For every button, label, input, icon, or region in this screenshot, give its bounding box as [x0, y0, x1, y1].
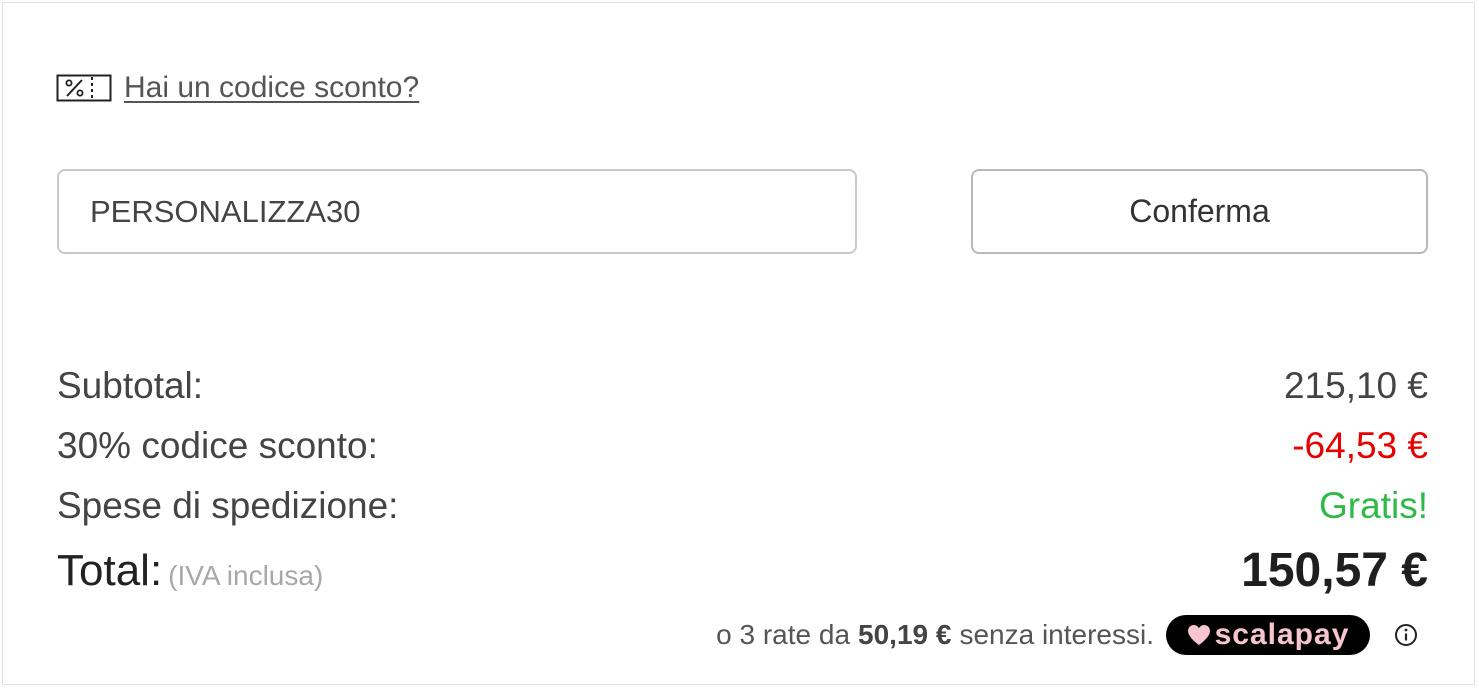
info-icon[interactable]	[1394, 623, 1418, 647]
total-label: Total:	[57, 546, 163, 595]
scalapay-logo[interactable]: scalapay	[1166, 615, 1370, 655]
shipping-value: Gratis!	[1319, 485, 1428, 526]
installments-suffix: senza interessi.	[959, 619, 1154, 650]
total-label-group: Total: (IVA inclusa)	[57, 541, 323, 606]
shipping-row: Spese di spedizione: Gratis!	[57, 480, 1428, 532]
percent-ticket-icon	[56, 74, 112, 102]
scalapay-brand-text: scalapay	[1214, 618, 1350, 651]
shipping-label: Spese di spedizione:	[57, 485, 399, 526]
cart-summary-card: Hai un codice sconto? Conferma Subtotal:…	[2, 2, 1475, 685]
installment-amount: 50,19 €	[858, 619, 952, 650]
discount-label: 30% codice sconto:	[57, 425, 378, 466]
discount-row: 30% codice sconto: -64,53 €	[57, 420, 1428, 472]
vat-note: (IVA inclusa)	[168, 560, 324, 591]
subtotal-row: Subtotal: 215,10 €	[57, 360, 1428, 412]
installments-prefix: o 3 rate da	[716, 619, 851, 650]
discount-code-link[interactable]: Hai un codice sconto?	[56, 70, 419, 106]
discount-code-input[interactable]	[57, 169, 857, 254]
discount-value: -64,53 €	[1292, 425, 1428, 466]
confirm-button[interactable]: Conferma	[971, 169, 1428, 254]
total-row: Total: (IVA inclusa) 150,57 €	[57, 541, 1428, 601]
subtotal-value: 215,10 €	[1283, 365, 1428, 406]
heart-icon	[1187, 625, 1210, 645]
discount-code-link-label[interactable]: Hai un codice sconto?	[124, 71, 419, 105]
subtotal-label: Subtotal:	[57, 365, 204, 406]
installments-info: o 3 rate da 50,19 € senza interessi. sca…	[716, 613, 1418, 657]
total-value: 150,57 €	[1241, 544, 1428, 597]
